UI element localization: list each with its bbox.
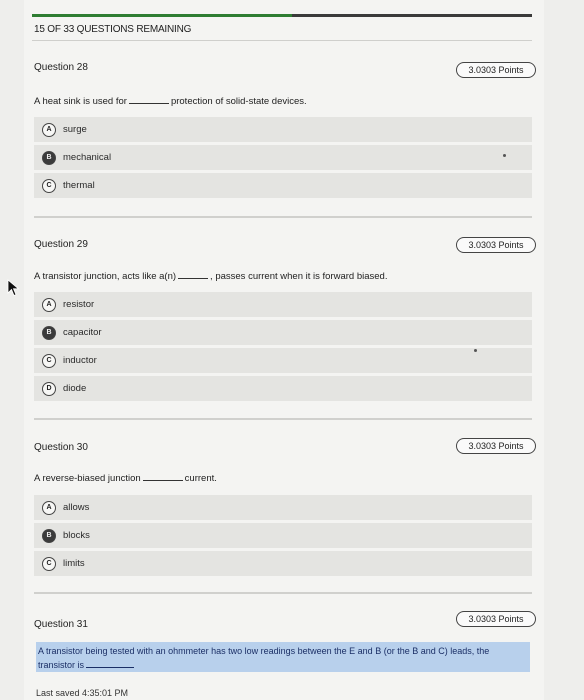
choice-letter: A: [42, 297, 56, 312]
points-badge: 3.0303 Points: [456, 438, 536, 454]
question-divider: [34, 592, 532, 594]
choice-c[interactable]: Cinductor: [34, 348, 532, 373]
questions-remaining: 15 OF 33 QUESTIONS REMAINING: [34, 24, 192, 35]
choice-a[interactable]: Aresistor: [34, 292, 532, 317]
choice-label: capacitor: [63, 327, 102, 338]
question-stem: A reverse-biased junction current.: [34, 472, 217, 484]
stray-dot: [503, 154, 506, 157]
choice-label: diode: [63, 383, 87, 394]
choice-label: inductor: [63, 355, 97, 366]
question-divider: [34, 418, 532, 420]
answer-blank: [178, 270, 209, 279]
progress-bar: [32, 14, 532, 17]
question-stem: A heat sink is used for protection of sol…: [34, 95, 307, 107]
stem-text: A heat sink is used for: [34, 96, 127, 107]
choice-label: mechanical: [63, 152, 112, 163]
choice-a[interactable]: Aallows: [34, 495, 532, 520]
stem-text: , passes current when it is forward bias…: [210, 271, 388, 282]
choice-letter: A: [42, 500, 56, 515]
points-badge: 3.0303 Points: [456, 611, 536, 627]
stem-text: A reverse-biased junction: [34, 473, 141, 484]
choice-letter: B: [42, 150, 56, 165]
choice-c[interactable]: Climits: [34, 551, 532, 576]
header-divider: [32, 40, 532, 41]
choice-label: blocks: [63, 530, 90, 541]
choice-a[interactable]: Asurge: [34, 117, 532, 142]
choice-label: allows: [63, 502, 90, 513]
choice-label: thermal: [63, 180, 95, 191]
stray-dot: [474, 349, 477, 352]
choice-label: resistor: [63, 299, 95, 310]
answer-blank: [128, 95, 169, 104]
question-stem[interactable]: A transistor being tested with an ohmmet…: [38, 644, 528, 672]
question-stem: A transistor junction, acts like a(n) , p…: [34, 270, 387, 282]
question-title: Question 29: [34, 239, 88, 250]
choice-letter: D: [42, 381, 56, 396]
points-badge: 3.0303 Points: [456, 62, 536, 78]
choice-letter: C: [42, 353, 56, 368]
choice-label: surge: [63, 124, 87, 135]
choice-b[interactable]: Bcapacitor: [34, 320, 532, 345]
choice-letter: A: [42, 122, 56, 137]
points-badge: 3.0303 Points: [456, 237, 536, 253]
question-title: Question 30: [34, 442, 88, 453]
question-title: Question 28: [34, 62, 88, 73]
choice-letter: C: [42, 178, 56, 193]
progress-bar-fill: [32, 14, 292, 17]
question-divider: [34, 216, 532, 218]
choice-c[interactable]: Cthermal: [34, 173, 532, 198]
last-saved-status: Last saved 4:35:01 PM: [36, 688, 129, 698]
stem-text: current.: [184, 473, 217, 484]
stem-text: protection of solid-state devices.: [170, 96, 307, 107]
question-title: Question 31: [34, 619, 88, 630]
choice-b[interactable]: Bmechanical: [34, 145, 532, 170]
choice-letter: C: [42, 556, 56, 571]
choice-letter: B: [42, 528, 56, 543]
choice-d[interactable]: Ddiode: [34, 376, 532, 401]
choice-label: limits: [63, 558, 85, 569]
answer-blank: [86, 659, 135, 668]
stem-text: A transistor junction, acts like a(n): [34, 271, 177, 282]
choice-b[interactable]: Bblocks: [34, 523, 532, 548]
answer-blank: [142, 472, 183, 481]
choice-letter: B: [42, 325, 56, 340]
mouse-pointer-icon: [7, 279, 20, 297]
